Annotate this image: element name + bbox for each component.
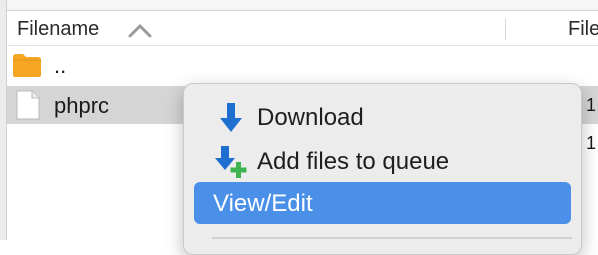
pane-left-edge [0,0,7,240]
file-name: phprc [54,93,110,118]
menu-item-label: View/Edit [213,190,313,217]
menu-item-add-files-to-queue[interactable]: Add files to queue [194,140,571,182]
column-header-filesize[interactable]: File [568,18,598,41]
file-size: 1 [586,95,597,115]
download-arrow-icon [220,103,242,132]
column-header-filename[interactable]: Filename [17,18,99,41]
menu-item-label: Download [257,104,364,131]
window-top-border [0,0,598,11]
chevron-up-icon[interactable] [125,21,155,41]
menu-separator [212,237,572,239]
file-size: 1 [586,133,597,153]
file-row-parent-directory[interactable]: .. [7,46,598,84]
menu-item-view-edit[interactable]: View/Edit [194,182,571,224]
context-menu: Download Add files to queue View/Edit [183,83,582,255]
column-separator[interactable] [505,18,506,40]
file-icon [16,90,40,120]
menu-item-label: Add files to queue [257,148,450,175]
add-to-queue-icon [215,146,247,178]
file-name: .. [54,53,67,78]
folder-icon [13,54,41,77]
menu-item-download[interactable]: Download [194,96,571,138]
file-list-header: Filename File [7,11,598,46]
